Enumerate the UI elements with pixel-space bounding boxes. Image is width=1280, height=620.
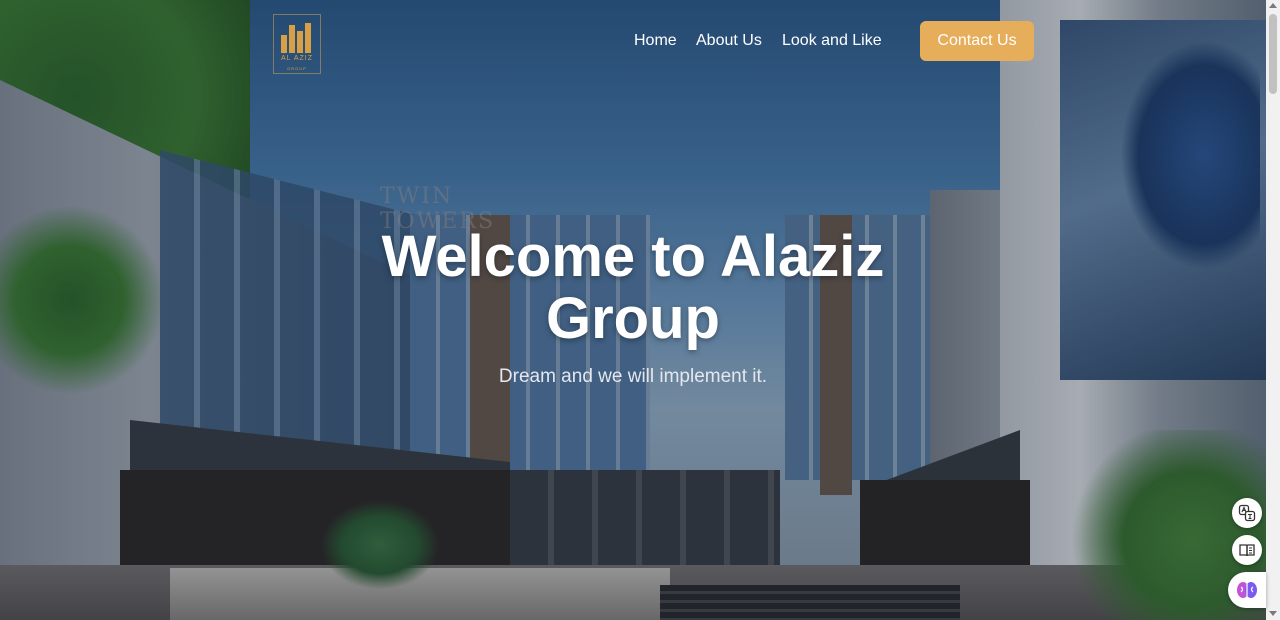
scrollbar-thumb[interactable] <box>1269 14 1277 94</box>
brand-logo[interactable]: AL AZIZ GROUP <box>273 14 321 74</box>
scroll-up-icon[interactable] <box>1269 3 1277 8</box>
scroll-down-icon[interactable] <box>1269 611 1277 616</box>
nav-home[interactable]: Home <box>634 32 677 52</box>
logo-name: AL AZIZ <box>280 55 314 62</box>
hero-section: TWIN TOWERS AL AZIZ GROUP Home About Us … <box>0 0 1266 620</box>
nav-about-us[interactable]: About Us <box>696 32 762 52</box>
translate-button[interactable] <box>1232 498 1262 528</box>
nav-look-and-like[interactable]: Look and Like <box>782 32 882 52</box>
brain-icon <box>1237 582 1257 598</box>
hero-subtitle: Dream and we will implement it. <box>498 366 768 387</box>
translate-icon <box>1238 504 1256 522</box>
contact-button[interactable]: Contact Us <box>920 21 1034 61</box>
reader-button[interactable] <box>1232 535 1262 565</box>
brain-extension-button[interactable] <box>1228 572 1266 608</box>
reader-icon <box>1239 544 1255 557</box>
page-scrollbar[interactable] <box>1266 0 1280 620</box>
logo-building-icon <box>279 21 315 53</box>
logo-sub: GROUP <box>287 66 307 71</box>
hero-title: Welcome to Alaziz Group <box>381 224 885 351</box>
